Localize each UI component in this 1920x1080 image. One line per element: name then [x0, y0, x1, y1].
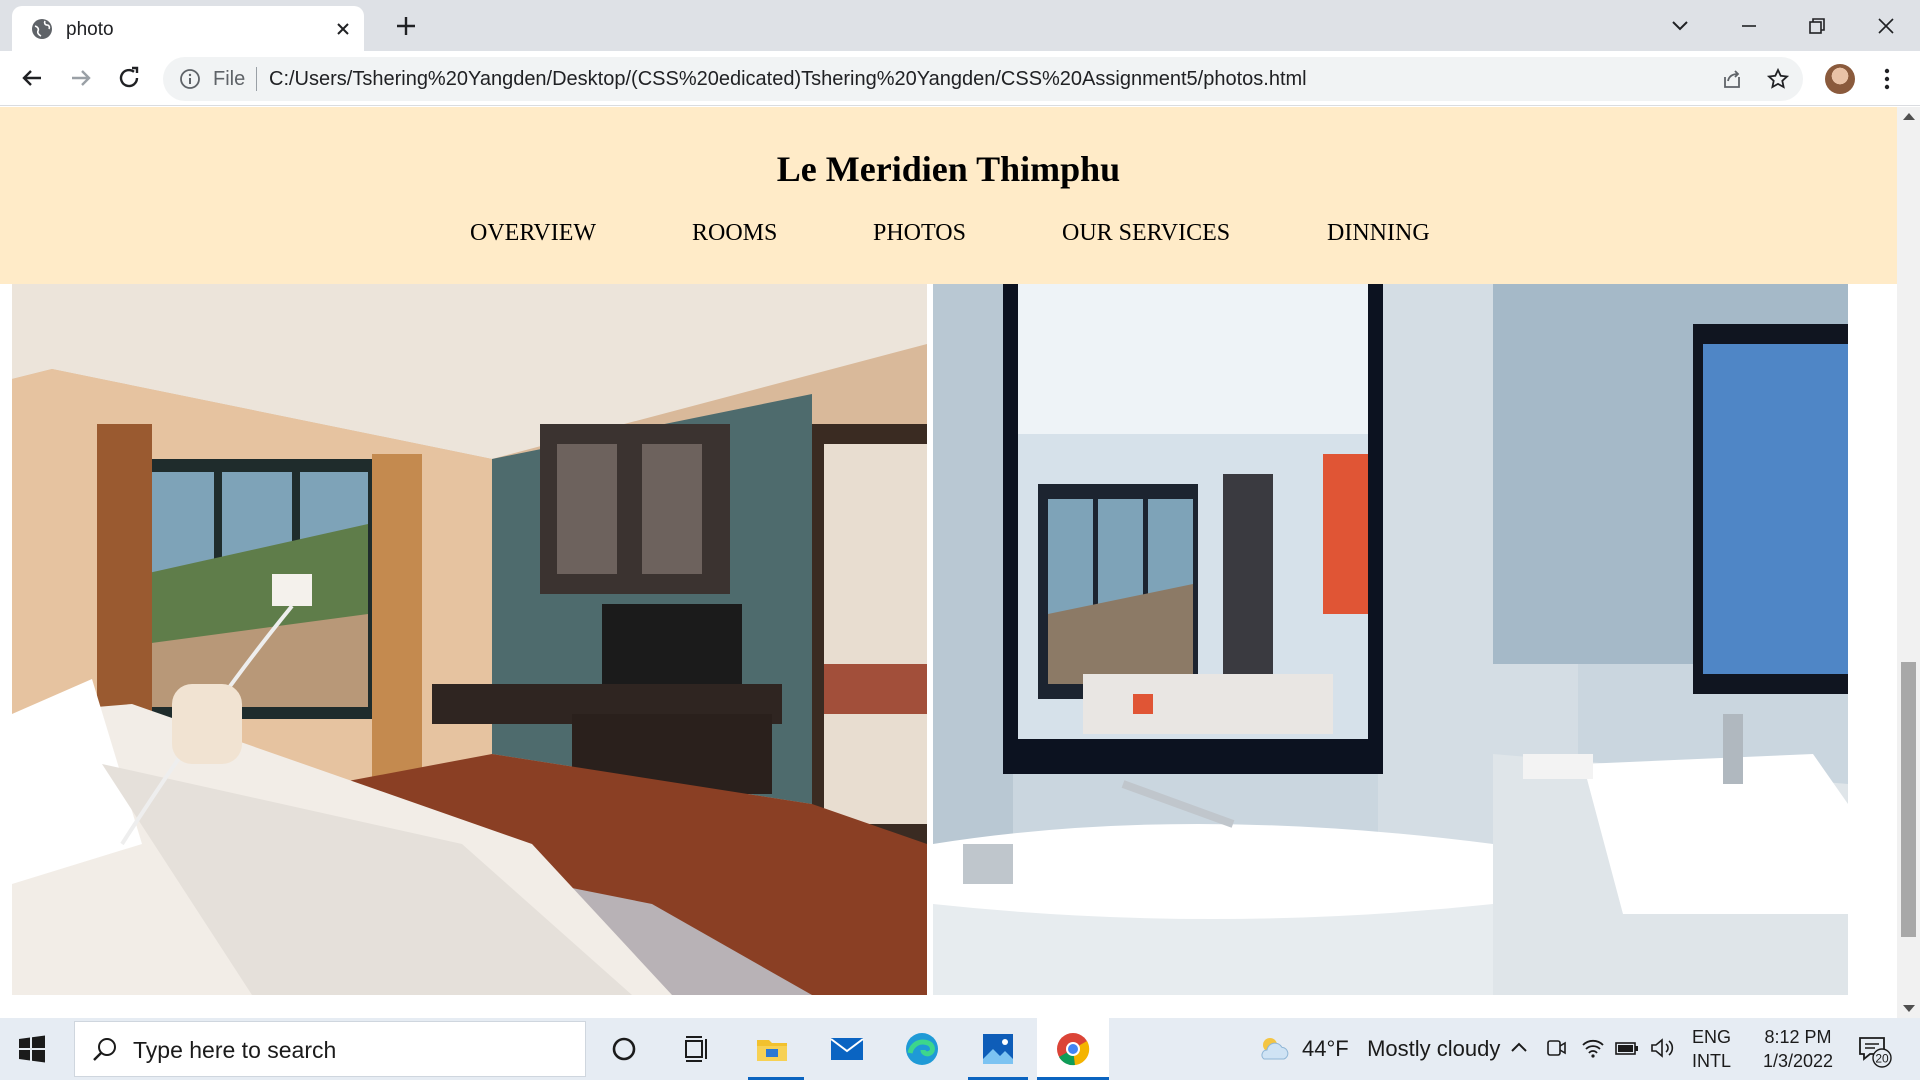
nav-link-dinning[interactable]: DINNING	[1327, 220, 1430, 247]
close-window-icon[interactable]	[1870, 10, 1902, 42]
bathroom-photo	[933, 284, 1848, 995]
reload-icon[interactable]	[114, 63, 144, 93]
browser-tab[interactable]: photo	[12, 6, 364, 51]
mail-icon[interactable]	[827, 1029, 867, 1069]
photos-app-icon[interactable]	[978, 1029, 1018, 1069]
file-explorer-icon[interactable]	[752, 1029, 792, 1069]
search-placeholder: Type here to search	[133, 1037, 337, 1063]
browser-tab-strip: photo	[0, 0, 1920, 51]
nav-link-rooms[interactable]: ROOMS	[692, 220, 777, 247]
page-viewport: Le Meridien Thimphu OVERVIEW ROOMS PHOTO…	[0, 107, 1897, 1018]
minimize-icon[interactable]	[1733, 10, 1765, 42]
notification-icon: 20	[1859, 1037, 1892, 1068]
show-hidden-icons-chevron-icon[interactable]	[1506, 1035, 1532, 1061]
weather-cloudy-icon[interactable]	[1254, 1029, 1294, 1069]
share-icon[interactable]	[1721, 68, 1743, 90]
meet-now-icon[interactable]	[1543, 1035, 1569, 1061]
nav-link-overview[interactable]: OVERVIEW	[470, 220, 596, 247]
wifi-icon[interactable]	[1580, 1035, 1606, 1061]
restore-icon[interactable]	[1801, 10, 1833, 42]
chrome-taskbar-button[interactable]	[1037, 1018, 1109, 1080]
lang-code: ENG	[1692, 1027, 1732, 1047]
tab-search-chevron-icon[interactable]	[1664, 10, 1696, 42]
lang-layout: INTL	[1692, 1051, 1732, 1071]
scroll-up-arrow-icon[interactable]	[1903, 113, 1915, 120]
battery-icon[interactable]	[1614, 1035, 1640, 1061]
input-language-indicator[interactable]: ENG INTL	[1692, 1025, 1731, 1073]
cortana-icon[interactable]	[604, 1029, 644, 1069]
weather-temp: 44°F	[1302, 1036, 1349, 1061]
site-header: Le Meridien Thimphu OVERVIEW ROOMS PHOTO…	[0, 107, 1897, 284]
chrome-icon	[1057, 1033, 1090, 1066]
taskbar-search-box[interactable]: Type here to search	[74, 1021, 586, 1077]
bedroom-photo	[12, 284, 927, 995]
bedroom-image	[12, 284, 927, 995]
bathroom-image	[933, 284, 1848, 995]
back-arrow-icon[interactable]	[17, 63, 47, 93]
search-icon	[93, 1038, 116, 1061]
weather-desc: Mostly cloudy	[1367, 1036, 1501, 1061]
windows-start-icon[interactable]	[16, 1033, 48, 1065]
omnibox-divider	[256, 67, 257, 91]
taskbar-clock[interactable]: 8:12 PM 1/3/2022	[1752, 1025, 1844, 1073]
close-tab-icon[interactable]	[332, 18, 354, 40]
notification-center-button[interactable]: 20	[1856, 1032, 1892, 1068]
forward-arrow-icon[interactable]	[66, 63, 96, 93]
photo-gallery	[0, 284, 1897, 1018]
page-scrollbar[interactable]	[1897, 107, 1920, 1018]
clock-time: 8:12 PM	[1764, 1027, 1832, 1047]
bookmark-star-icon[interactable]	[1766, 67, 1790, 91]
scheme-label: File	[213, 68, 246, 90]
edge-browser-icon[interactable]	[902, 1029, 942, 1069]
nav-link-our-services[interactable]: OUR SERVICES	[1062, 220, 1230, 247]
url-text[interactable]: C:/Users/Tshering%20Yangden/Desktop/(CSS…	[269, 68, 1307, 91]
scroll-thumb[interactable]	[1901, 662, 1916, 937]
new-tab-icon[interactable]	[392, 12, 420, 40]
task-view-icon[interactable]	[676, 1029, 716, 1069]
weather-summary[interactable]: 44°F Mostly cloudy	[1302, 1036, 1500, 1062]
profile-avatar[interactable]	[1825, 64, 1855, 94]
windows-taskbar: Type here to search 44°F Mostly cloudy E…	[0, 1018, 1920, 1080]
browser-toolbar: File C:/Users/Tshering%20Yangden/Desktop…	[0, 51, 1920, 106]
globe-icon	[32, 19, 52, 39]
notification-count: 20	[1875, 1052, 1889, 1066]
info-icon[interactable]	[179, 68, 201, 90]
volume-icon[interactable]	[1648, 1035, 1674, 1061]
tab-title: photo	[66, 19, 114, 40]
more-menu-icon[interactable]	[1875, 65, 1899, 93]
scroll-down-arrow-icon[interactable]	[1903, 1005, 1915, 1012]
nav-link-photos[interactable]: PHOTOS	[873, 220, 966, 247]
clock-date: 1/3/2022	[1762, 1051, 1834, 1071]
site-title: Le Meridien Thimphu	[776, 149, 1121, 189]
address-bar[interactable]: File C:/Users/Tshering%20Yangden/Desktop…	[163, 57, 1803, 101]
